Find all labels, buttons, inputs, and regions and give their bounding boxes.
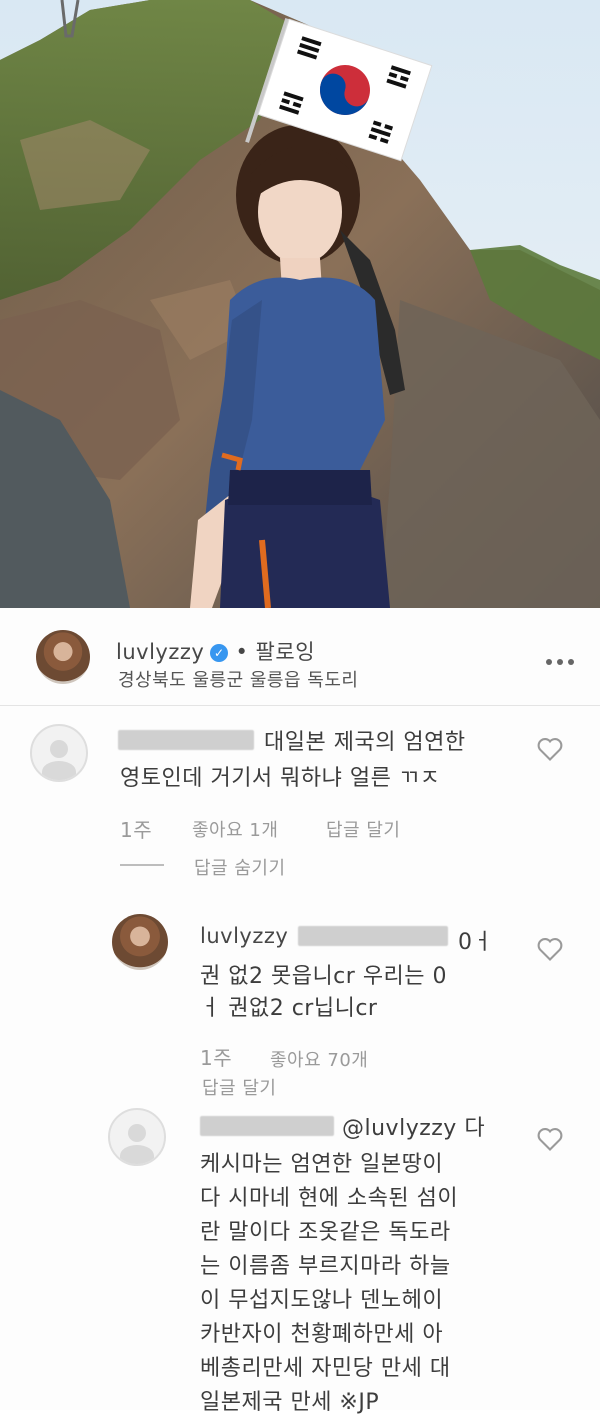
reply-text-line: 케시마는 엄연한 일본땅이 (200, 1152, 444, 1177)
comments-panel: luvlyzzy ✓ • 팔로잉 경상북도 울릉군 울릉읍 독도리 대일본 제국의… (0, 608, 600, 1415)
heart-icon[interactable] (536, 736, 564, 762)
reply-text-line: 카반자이 천황폐하만세 아 (200, 1322, 444, 1347)
reply-text-line: 권 없2 못읍니cr 우리는 0 (200, 964, 448, 989)
post-photo (0, 0, 600, 608)
comment-time: 1주 (120, 818, 153, 842)
reply-button[interactable]: 답글 달기 (202, 1074, 276, 1100)
comment-text-line: 대일본 제국의 엄연한 (264, 730, 466, 755)
follow-status[interactable]: • 팔로잉 (236, 640, 316, 664)
reply-text-line: 이 무섭지도않나 덴노헤이 (200, 1288, 444, 1313)
reply-username[interactable]: luvlyzzy (200, 924, 288, 948)
reply-text-line: 베총리만세 자민당 만세 대 (200, 1356, 451, 1381)
reply-text-line: 는 이름좀 부르지마라 하늘 (200, 1254, 451, 1279)
reply-text-line: 0ㅓ (458, 930, 494, 955)
heart-icon[interactable] (536, 936, 564, 962)
reply-text-line: 다 시마네 현에 소속된 섬이 (200, 1186, 459, 1211)
header-divider (0, 705, 600, 706)
reply-text-line: 일본제국 만세 ※JP (200, 1390, 380, 1415)
redacted-username (200, 1116, 334, 1136)
post-author-row: luvlyzzy ✓ • 팔로잉 (116, 636, 315, 666)
reply-likes[interactable]: 좋아요 70개 (270, 1046, 368, 1072)
reply-time: 1주 (200, 1046, 233, 1070)
reply-mention: @luvlyzzy 다 (342, 1116, 486, 1141)
reply-author-avatar[interactable] (112, 914, 168, 970)
hide-replies-line (120, 864, 164, 866)
default-avatar-icon[interactable] (108, 1108, 166, 1166)
post-author-avatar[interactable] (36, 630, 90, 684)
post-photo-illustration (0, 0, 600, 608)
comment-likes[interactable]: 좋아요 1개 (192, 816, 278, 842)
reply-text-line: ㅓ 권없2 cr닙니cr (200, 996, 378, 1021)
post-author-username[interactable]: luvlyzzy (116, 640, 204, 664)
heart-icon[interactable] (536, 1126, 564, 1152)
default-avatar-icon[interactable] (30, 724, 88, 782)
comment-text-line: 영토인데 거기서 뭐하냐 얼른 ㄲㅈ (120, 766, 441, 791)
reply-text-line: 란 말이다 조옷같은 독도라 (200, 1220, 451, 1245)
redacted-mention (298, 926, 448, 946)
redacted-username (118, 730, 254, 750)
verified-badge-icon: ✓ (210, 644, 229, 662)
post-location[interactable]: 경상북도 울릉군 울릉읍 독도리 (118, 666, 358, 692)
reply-button[interactable]: 답글 달기 (326, 816, 400, 842)
hide-replies-button[interactable]: 답글 숨기기 (194, 854, 286, 880)
more-options-icon[interactable] (546, 650, 586, 665)
